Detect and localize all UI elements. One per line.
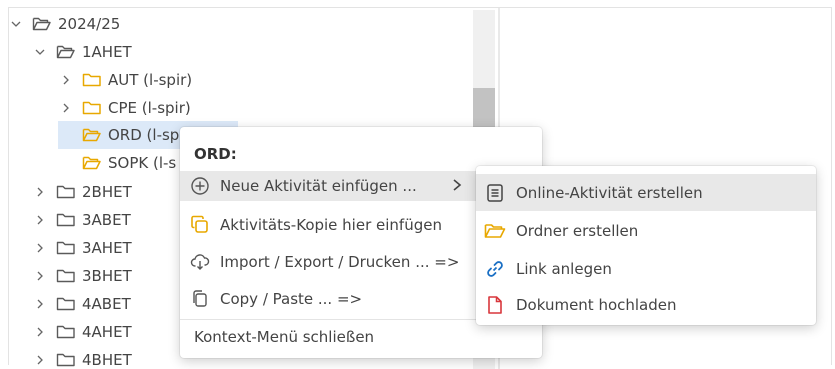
link-icon — [484, 258, 506, 280]
folder-open-icon — [32, 16, 58, 32]
folder-icon — [56, 268, 82, 284]
tree-item-label: 2BHET — [82, 183, 132, 201]
tree-item-cpe[interactable]: CPE (l-spir) — [60, 95, 480, 121]
submenu-item-label: Dokument hochladen — [516, 295, 677, 314]
context-menu-title: ORD: — [194, 145, 237, 163]
tree-item-label: 1AHET — [82, 43, 132, 61]
folder-icon — [56, 184, 82, 200]
submenu-item-create-online-activity[interactable]: Online-Aktivität erstellen — [476, 174, 816, 211]
menu-item-label: Aktivitäts-Kopie hier einfügen — [220, 216, 442, 234]
folder-open-icon — [56, 44, 82, 60]
submenu-arrow-icon — [452, 178, 462, 196]
tree-item-label: SOPK (l-s — [108, 154, 177, 172]
clipboard-icon — [190, 289, 210, 309]
chevron-right-icon[interactable] — [34, 214, 56, 226]
chevron-right-icon[interactable] — [34, 354, 56, 366]
folder-icon — [56, 296, 82, 312]
submenu-item-create-folder[interactable]: Ordner erstellen — [476, 212, 816, 249]
tree-item-label: 4BHET — [82, 351, 132, 369]
tree-item-label: CPE (l-spir) — [108, 99, 191, 117]
tree-item-label: 3ABET — [82, 211, 131, 229]
chevron-right-icon[interactable] — [60, 74, 82, 86]
tree-item-label: AUT (l-spir) — [108, 71, 193, 89]
document-list-icon — [484, 182, 506, 204]
tree-item-1ahet[interactable]: 1AHET — [34, 39, 480, 65]
folder-icon — [82, 72, 108, 88]
folder-icon — [56, 324, 82, 340]
submenu-item-upload-document[interactable]: Dokument hochladen — [476, 286, 816, 323]
tree-item-label: 3AHET — [82, 239, 132, 257]
chevron-right-icon[interactable] — [34, 186, 56, 198]
tree-item-label: 3BHET — [82, 267, 132, 285]
chevron-right-icon[interactable] — [34, 326, 56, 338]
folder-open-icon — [82, 127, 108, 143]
chevron-right-icon[interactable] — [34, 242, 56, 254]
submenu-item-create-link[interactable]: Link anlegen — [476, 250, 816, 287]
tree-item-2024-25[interactable]: 2024/25 — [10, 11, 480, 37]
file-upload-icon — [484, 294, 506, 316]
menu-item-label: Neue Aktivität einfügen ... — [220, 177, 417, 195]
tree-item-label: 4AHET — [82, 323, 132, 341]
chevron-down-icon[interactable] — [34, 46, 56, 58]
copy-paste-icon — [190, 215, 210, 235]
menu-item-close-context-menu[interactable]: Kontext-Menü schließen — [180, 322, 542, 352]
menu-item-label: Kontext-Menü schließen — [194, 328, 375, 346]
menu-item-label: Copy / Paste ... => — [220, 290, 363, 308]
tree-item-label: ORD (l-sp — [108, 126, 180, 144]
submenu-item-label: Link anlegen — [516, 259, 612, 278]
tree-item-label: 4ABET — [82, 295, 131, 313]
chevron-right-icon[interactable] — [34, 270, 56, 282]
tree-item-label: 2024/25 — [58, 15, 121, 33]
submenu-new-activity: Online-Aktivität erstellen Ordner erstel… — [476, 166, 816, 325]
folder-icon — [56, 240, 82, 256]
chevron-right-icon[interactable] — [34, 298, 56, 310]
menu-item-label: Import / Export / Drucken ... => — [220, 253, 460, 271]
folder-icon — [484, 220, 506, 242]
folder-open-icon — [82, 155, 108, 171]
folder-icon — [56, 212, 82, 228]
cloud-transfer-icon — [190, 252, 210, 272]
chevron-right-icon[interactable] — [60, 102, 82, 114]
chevron-down-icon[interactable] — [10, 18, 32, 30]
tree-item-aut[interactable]: AUT (l-spir) — [60, 67, 480, 93]
submenu-item-label: Ordner erstellen — [516, 221, 639, 240]
scrollbar-thumb[interactable] — [473, 88, 495, 130]
folder-icon — [56, 352, 82, 368]
folder-icon — [82, 100, 108, 116]
plus-circle-icon — [190, 176, 210, 196]
submenu-item-label: Online-Aktivität erstellen — [516, 183, 703, 202]
